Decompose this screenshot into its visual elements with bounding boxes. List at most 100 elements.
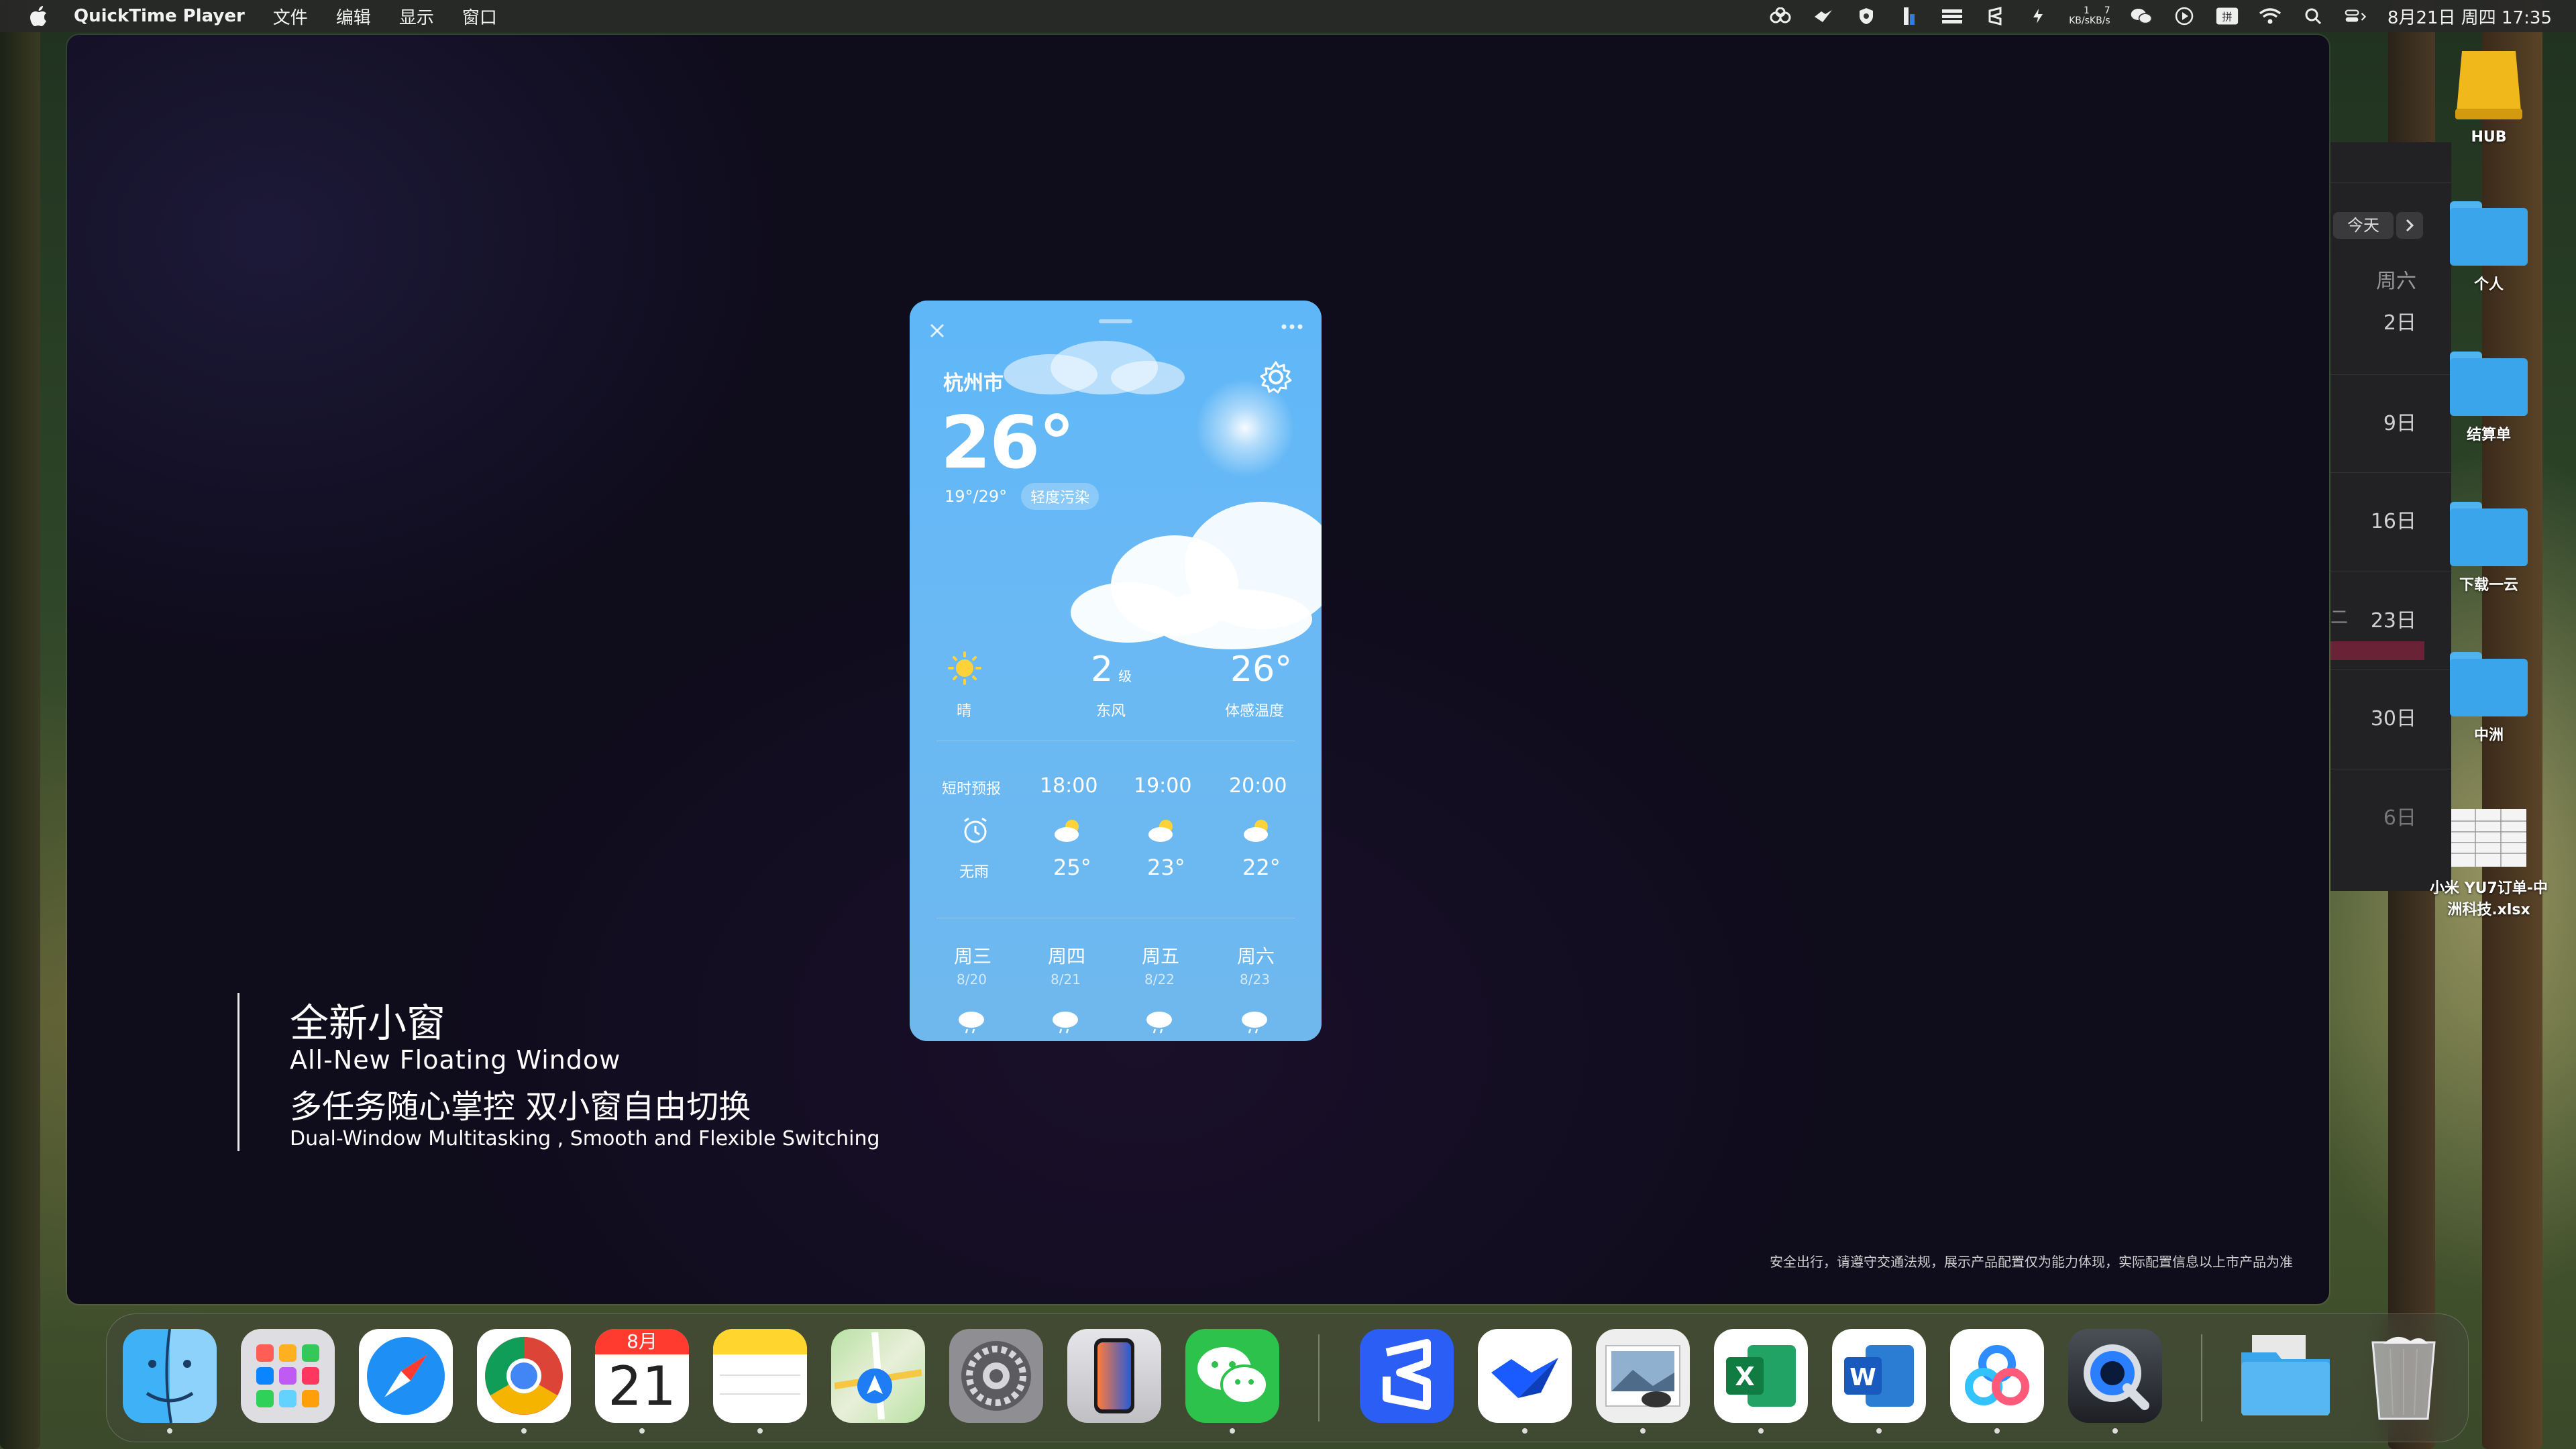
dock-trash[interactable] (2357, 1329, 2451, 1423)
day-label-3: 周五 (1142, 945, 1180, 967)
desktop-folder-zhongzhou[interactable]: 中洲 (2428, 652, 2549, 745)
menu-edit[interactable]: 编辑 (336, 4, 371, 29)
folder-icon (2241, 1335, 2330, 1415)
rain-cloud-icon (957, 1008, 986, 1034)
day-date-2: 8/21 (1051, 971, 1081, 987)
desktop-folder-personal[interactable]: 个人 (2428, 201, 2549, 294)
running-indicator (757, 1428, 763, 1434)
input-indicator-icon[interactable] (1898, 6, 1921, 26)
dock-safari[interactable] (359, 1329, 453, 1423)
chevron-right-icon (2406, 219, 2414, 232)
caption-title-en: All-New Floating Window (290, 1045, 621, 1075)
dock-finder[interactable] (123, 1329, 217, 1423)
dock-feishu[interactable] (1478, 1329, 1572, 1423)
menu-file[interactable]: 文件 (273, 4, 308, 29)
dock-excel[interactable]: X (1714, 1329, 1808, 1423)
calendar-date[interactable]: 2日 (2383, 306, 2416, 335)
dock-maps[interactable] (831, 1329, 925, 1423)
dock-quicktime[interactable] (2068, 1329, 2162, 1423)
day-date-4: 8/23 (1240, 971, 1270, 987)
menu-stack-icon[interactable] (1941, 6, 1964, 26)
dock-notes[interactable] (713, 1329, 807, 1423)
svg-text:X: X (1735, 1362, 1754, 1391)
desktop-folder-downloads[interactable]: 下载一云 (2428, 502, 2549, 594)
desktop-drive-hub[interactable]: HUB (2428, 44, 2549, 146)
app-s-icon[interactable] (1984, 6, 2006, 26)
dock-system-settings[interactable] (949, 1329, 1043, 1423)
running-indicator (1994, 1428, 2000, 1434)
next-month-button[interactable] (2396, 212, 2423, 239)
wifi-icon[interactable] (2259, 6, 2282, 26)
finder-icon (146, 1329, 194, 1423)
bird-icon[interactable] (1812, 6, 1835, 26)
external-drive-icon (2455, 51, 2522, 119)
input-method-icon[interactable]: 拼 (2216, 6, 2239, 26)
dock-baidu-netdisk[interactable] (1950, 1329, 2044, 1423)
calendar-date[interactable]: 30日 (2371, 702, 2416, 731)
day-date-3: 8/22 (1144, 971, 1175, 987)
menu-window[interactable]: 窗口 (462, 4, 497, 29)
calendar-date[interactable]: 9日 (2383, 407, 2416, 436)
maps-icon (835, 1332, 922, 1419)
dock-separator (2201, 1334, 2202, 1421)
dock-iphone-mirroring[interactable] (1067, 1329, 1161, 1423)
more-icon[interactable] (1280, 321, 1304, 334)
preview-photo-icon (1605, 1345, 1680, 1407)
calendar-date[interactable]: 16日 (2371, 504, 2416, 534)
dock-chrome[interactable] (477, 1329, 571, 1423)
shield-icon[interactable] (1855, 6, 1878, 26)
calendar-date[interactable]: 23日 (2371, 604, 2416, 633)
temperature-range: 19°/29° (945, 487, 1008, 506)
partly-cloudy-icon (1052, 816, 1087, 845)
close-icon[interactable] (927, 321, 947, 341)
sun-icon (947, 651, 982, 686)
city-name: 杭州市 (943, 372, 1004, 395)
feels-like-label: 体感温度 (1225, 703, 1285, 720)
air-quality-badge[interactable]: 轻度污染 (1021, 483, 1099, 510)
apple-menu-icon[interactable] (24, 1, 54, 31)
calendar-day-label: 21 (608, 1355, 676, 1417)
feels-like-temp: 26° (1230, 649, 1293, 690)
current-temperature: 26° (941, 401, 1075, 485)
wechat-icon (1197, 1347, 1269, 1405)
wechat-status-icon[interactable] (2130, 6, 2153, 26)
weather-floating-window[interactable]: 杭州市 26° 19°/29° 轻度污染 晴 2级 东风 26° 体感温度 短时… (910, 301, 1322, 1041)
menu-view[interactable]: 显示 (399, 4, 434, 29)
settings-gear-icon[interactable] (1258, 360, 1293, 394)
dock-word[interactable]: W (1832, 1329, 1926, 1423)
calendar-event-bar[interactable] (2330, 641, 2424, 660)
folder-icon (2450, 201, 2528, 266)
links-icon[interactable] (1769, 6, 1792, 26)
feishu-bird-icon (1491, 1358, 1558, 1398)
dock-app-s[interactable] (1360, 1329, 1454, 1423)
menubar-clock[interactable]: 8月21日 周四 17:35 (2387, 4, 2552, 29)
play-circle-icon[interactable] (2173, 6, 2196, 26)
dock-downloads-folder[interactable] (2239, 1329, 2332, 1423)
partly-cloudy-icon (1241, 816, 1276, 845)
row-label: 二 (2330, 608, 2349, 628)
day-label-2: 周四 (1048, 945, 1086, 967)
desktop-folder-statements[interactable]: 结算单 (2428, 352, 2549, 444)
day-label-4: 周六 (1237, 945, 1275, 967)
dock-separator (1318, 1334, 1320, 1421)
drag-handle[interactable] (1099, 319, 1132, 323)
launchpad-grid-icon (256, 1344, 319, 1407)
quicktime-video-window[interactable]: 杭州市 26° 19°/29° 轻度污染 晴 2级 东风 26° 体感温度 短时… (67, 35, 2329, 1304)
lightning-icon[interactable] (2027, 6, 2049, 26)
dock-launchpad[interactable] (241, 1329, 335, 1423)
word-icon: W (1844, 1345, 1914, 1407)
desktop-file-xlsx[interactable]: 小米 YU7订单-中洲科技.xlsx (2402, 808, 2576, 919)
dock-calendar[interactable]: 8月 21 (595, 1329, 689, 1423)
weather-condition-label: 晴 (957, 703, 972, 720)
dock-preview[interactable] (1596, 1329, 1690, 1423)
today-button[interactable]: 今天 (2333, 212, 2394, 239)
netdisk-icon (1965, 1345, 2029, 1405)
svg-text:W: W (1849, 1364, 1876, 1391)
control-center-icon[interactable] (2345, 6, 2367, 26)
search-icon[interactable] (2302, 6, 2324, 26)
app-name-menu[interactable]: QuickTime Player (74, 6, 245, 26)
rain-status-label: 无雨 (959, 864, 989, 881)
dock-wechat[interactable] (1185, 1329, 1279, 1423)
trash-icon (2371, 1336, 2436, 1420)
rain-cloud-icon (1144, 1008, 1174, 1034)
